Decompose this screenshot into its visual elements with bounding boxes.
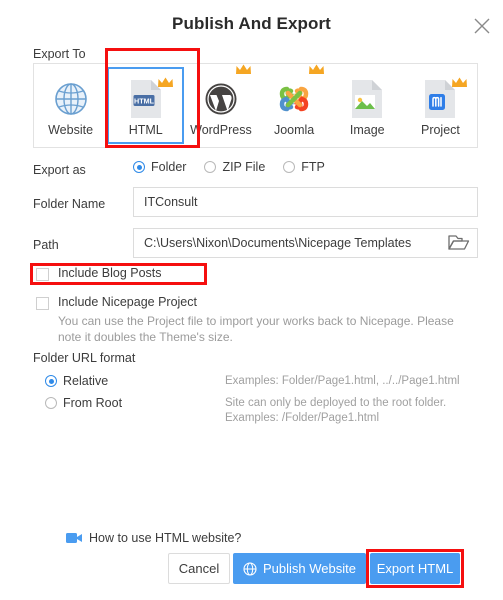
export-option-wordpress[interactable]: WordPress <box>184 64 257 147</box>
radio-dot <box>133 161 145 173</box>
include-nicepage-project-checkbox[interactable] <box>36 297 49 310</box>
svg-text:HTML: HTML <box>134 96 155 105</box>
radio-label: Relative <box>63 374 109 388</box>
globe-icon <box>243 561 257 576</box>
from-root-example: Site can only be deployed to the root fo… <box>225 397 447 424</box>
html-file-icon: HTML <box>123 77 173 120</box>
export-option-label: Project <box>420 123 460 137</box>
export-option-label: Website <box>48 123 94 137</box>
crown-icon <box>308 63 325 76</box>
how-to-use-link[interactable]: How to use HTML website? <box>66 531 241 545</box>
include-blog-posts-label: Include Blog Posts <box>58 266 162 280</box>
export-html-button[interactable]: Export HTML <box>370 553 460 584</box>
path-label: Path <box>33 238 59 252</box>
export-option-joomla[interactable]: Joomla <box>258 64 331 147</box>
publish-website-label: Publish Website <box>263 561 356 576</box>
include-nicepage-project-label: Include Nicepage Project <box>58 295 197 309</box>
path-input[interactable]: C:\Users\Nixon\Documents\Nicepage Templa… <box>133 228 478 258</box>
radio-dot <box>45 397 57 409</box>
relative-example: Examples: Folder/Page1.html, ../../Page1… <box>225 375 460 387</box>
how-to-use-label: How to use HTML website? <box>89 531 242 545</box>
export-option-website[interactable]: Website <box>34 64 107 147</box>
export-option-image[interactable]: Image <box>331 64 404 147</box>
open-folder-icon[interactable] <box>447 232 471 254</box>
radio-ftp[interactable]: FTP <box>283 160 325 174</box>
crown-icon <box>157 76 174 89</box>
path-value: C:\Users\Nixon\Documents\Nicepage Templa… <box>144 236 412 250</box>
publish-website-button[interactable]: Publish Website <box>233 553 366 584</box>
export-option-label: WordPress <box>190 123 252 137</box>
export-option-label: Image <box>349 123 385 137</box>
export-to-label: Export To <box>33 47 86 61</box>
include-blog-posts-checkbox[interactable] <box>36 268 49 281</box>
radio-dot <box>45 375 57 387</box>
radio-dot <box>283 161 296 173</box>
radio-label: FTP <box>301 160 325 174</box>
cancel-button[interactable]: Cancel <box>168 553 230 584</box>
export-as-radio-group: Folder ZIP File FTP <box>133 160 343 174</box>
joomla-icon <box>271 78 317 120</box>
folder-name-value: ITConsult <box>144 195 198 209</box>
crown-icon <box>451 76 468 89</box>
close-icon[interactable] <box>471 15 493 37</box>
cancel-button-label: Cancel <box>178 561 220 576</box>
export-option-html[interactable]: HTML HTML <box>107 67 185 144</box>
export-to-panel: Website HTML HTML WordPress Joomla Image… <box>33 63 478 148</box>
radio-label: From Root <box>63 396 123 410</box>
export-option-project[interactable]: Project <box>404 64 477 147</box>
folder-url-format-label: Folder URL format <box>33 351 136 365</box>
video-camera-icon <box>66 532 82 544</box>
include-nicepage-project-hint: You can use the Project file to import y… <box>58 314 454 344</box>
publish-and-export-dialog: Publish And Export Export To Website HTM… <box>0 0 503 600</box>
wordpress-icon <box>198 78 244 120</box>
folder-name-input[interactable]: ITConsult <box>133 187 478 217</box>
radio-zip-file[interactable]: ZIP File <box>204 160 265 174</box>
dialog-title-bar: Publish And Export <box>0 0 503 44</box>
radio-dot <box>204 161 217 173</box>
folder-name-label: Folder Name <box>33 197 106 211</box>
radio-label: Folder <box>151 160 187 174</box>
radio-label: ZIP File <box>222 160 266 174</box>
radio-relative[interactable]: Relative <box>45 374 108 388</box>
crown-icon <box>235 63 252 76</box>
image-file-icon <box>344 78 390 120</box>
radio-folder[interactable]: Folder <box>133 160 186 174</box>
export-html-label: Export HTML <box>376 561 454 576</box>
project-file-icon <box>417 77 468 120</box>
globe-icon <box>48 78 94 120</box>
radio-from-root[interactable]: From Root <box>45 396 122 410</box>
page-title: Publish And Export <box>172 14 331 33</box>
export-as-label: Export as <box>33 163 86 177</box>
export-option-label: HTML <box>128 123 163 137</box>
export-option-label: Joomla <box>273 123 315 137</box>
